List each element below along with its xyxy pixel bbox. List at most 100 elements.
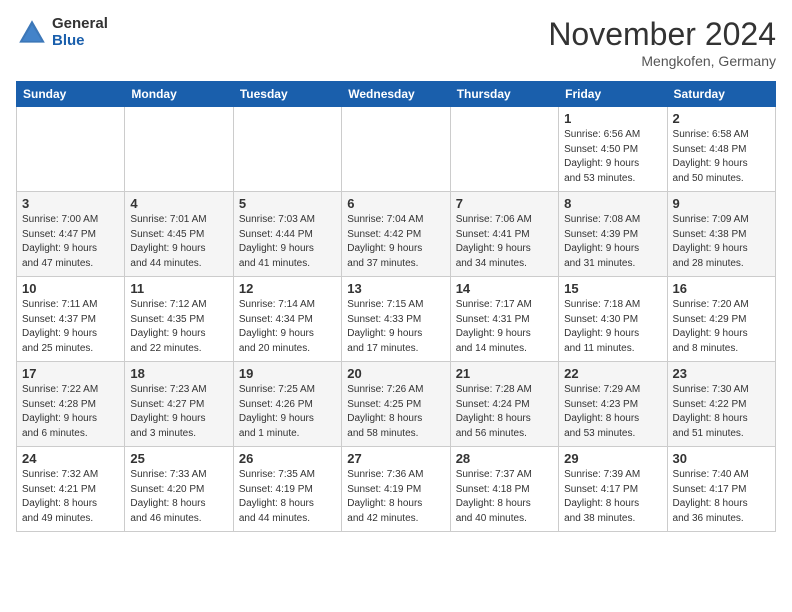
day-number: 10 xyxy=(22,281,119,296)
day-info: Sunrise: 7:20 AM Sunset: 4:29 PM Dayligh… xyxy=(673,298,770,356)
day-info: Sunrise: 7:09 AM Sunset: 4:38 PM Dayligh… xyxy=(673,213,770,271)
day-info: Sunrise: 7:12 AM Sunset: 4:35 PM Dayligh… xyxy=(130,298,227,356)
calendar-cell: 27 Sunrise: 7:36 AM Sunset: 4:19 PM Dayli… xyxy=(342,447,450,532)
day-info: Sunrise: 7:35 AM Sunset: 4:19 PM Dayligh… xyxy=(239,468,336,526)
logo-icon xyxy=(16,17,48,49)
day-info: Sunrise: 7:22 AM Sunset: 4:28 PM Dayligh… xyxy=(22,383,119,441)
day-number: 18 xyxy=(130,366,227,381)
day-info: Sunrise: 7:17 AM Sunset: 4:31 PM Dayligh… xyxy=(456,298,553,356)
calendar-cell: 12 Sunrise: 7:14 AM Sunset: 4:34 PM Dayli… xyxy=(233,277,341,362)
calendar-cell: 13 Sunrise: 7:15 AM Sunset: 4:33 PM Dayli… xyxy=(342,277,450,362)
day-number: 7 xyxy=(456,196,553,211)
calendar-cell: 4Sunrise: 7:01 AM Sunset: 4:45 PM Daylig… xyxy=(125,192,233,277)
logo-text: General Blue xyxy=(52,16,108,49)
week-row-0: 1 Sunrise: 6:56 AM Sunset: 4:50 PM Daylig… xyxy=(17,107,776,192)
calendar-cell: 16 Sunrise: 7:20 AM Sunset: 4:29 PM Dayli… xyxy=(667,277,775,362)
day-info: Sunrise: 7:39 AM Sunset: 4:17 PM Dayligh… xyxy=(564,468,661,526)
calendar-cell: 9 Sunrise: 7:09 AM Sunset: 4:38 PM Daylig… xyxy=(667,192,775,277)
day-number: 20 xyxy=(347,366,444,381)
day-info: Sunrise: 7:36 AM Sunset: 4:19 PM Dayligh… xyxy=(347,468,444,526)
header-saturday: Saturday xyxy=(667,82,775,107)
day-number: 1 xyxy=(564,111,661,126)
day-info: Sunrise: 6:56 AM Sunset: 4:50 PM Dayligh… xyxy=(564,128,661,186)
day-number: 13 xyxy=(347,281,444,296)
day-info: Sunrise: 7:37 AM Sunset: 4:18 PM Dayligh… xyxy=(456,468,553,526)
day-info: Sunrise: 7:14 AM Sunset: 4:34 PM Dayligh… xyxy=(239,298,336,356)
calendar-cell xyxy=(17,107,125,192)
day-number: 9 xyxy=(673,196,770,211)
calendar-cell: 25 Sunrise: 7:33 AM Sunset: 4:20 PM Dayli… xyxy=(125,447,233,532)
day-number: 23 xyxy=(673,366,770,381)
calendar-cell: 5Sunrise: 7:03 AM Sunset: 4:44 PM Daylig… xyxy=(233,192,341,277)
calendar-cell: 11Sunrise: 7:12 AM Sunset: 4:35 PM Dayli… xyxy=(125,277,233,362)
calendar-cell: 7Sunrise: 7:06 AM Sunset: 4:41 PM Daylig… xyxy=(450,192,558,277)
day-number: 8 xyxy=(564,196,661,211)
day-number: 21 xyxy=(456,366,553,381)
calendar-cell xyxy=(342,107,450,192)
calendar-cell: 17 Sunrise: 7:22 AM Sunset: 4:28 PM Dayli… xyxy=(17,362,125,447)
calendar-cell: 30 Sunrise: 7:40 AM Sunset: 4:17 PM Dayli… xyxy=(667,447,775,532)
day-info: Sunrise: 7:33 AM Sunset: 4:20 PM Dayligh… xyxy=(130,468,227,526)
header-thursday: Thursday xyxy=(450,82,558,107)
calendar-cell: 10 Sunrise: 7:11 AM Sunset: 4:37 PM Dayli… xyxy=(17,277,125,362)
calendar-cell: 18 Sunrise: 7:23 AM Sunset: 4:27 PM Dayli… xyxy=(125,362,233,447)
week-row-2: 10 Sunrise: 7:11 AM Sunset: 4:37 PM Dayli… xyxy=(17,277,776,362)
day-info: Sunrise: 7:29 AM Sunset: 4:23 PM Dayligh… xyxy=(564,383,661,441)
calendar-cell: 22 Sunrise: 7:29 AM Sunset: 4:23 PM Dayli… xyxy=(559,362,667,447)
day-number: 17 xyxy=(22,366,119,381)
day-number: 12 xyxy=(239,281,336,296)
calendar-cell: 20 Sunrise: 7:26 AM Sunset: 4:25 PM Dayli… xyxy=(342,362,450,447)
header-wednesday: Wednesday xyxy=(342,82,450,107)
day-number: 29 xyxy=(564,451,661,466)
day-info: Sunrise: 7:08 AM Sunset: 4:39 PM Dayligh… xyxy=(564,213,661,271)
day-number: 6 xyxy=(347,196,444,211)
logo-general: General xyxy=(52,16,108,33)
page-header: General Blue November 2024 Mengkofen, Ge… xyxy=(16,16,776,69)
calendar-cell: 23Sunrise: 7:30 AM Sunset: 4:22 PM Dayli… xyxy=(667,362,775,447)
day-number: 22 xyxy=(564,366,661,381)
day-info: Sunrise: 7:15 AM Sunset: 4:33 PM Dayligh… xyxy=(347,298,444,356)
month-title: November 2024 xyxy=(548,16,776,53)
day-info: Sunrise: 7:11 AM Sunset: 4:37 PM Dayligh… xyxy=(22,298,119,356)
calendar-cell: 1 Sunrise: 6:56 AM Sunset: 4:50 PM Daylig… xyxy=(559,107,667,192)
day-number: 28 xyxy=(456,451,553,466)
calendar-cell: 2Sunrise: 6:58 AM Sunset: 4:48 PM Daylig… xyxy=(667,107,775,192)
day-number: 30 xyxy=(673,451,770,466)
logo: General Blue xyxy=(16,16,108,49)
week-row-3: 17 Sunrise: 7:22 AM Sunset: 4:28 PM Dayli… xyxy=(17,362,776,447)
day-info: Sunrise: 7:40 AM Sunset: 4:17 PM Dayligh… xyxy=(673,468,770,526)
header-friday: Friday xyxy=(559,82,667,107)
calendar-cell: 28 Sunrise: 7:37 AM Sunset: 4:18 PM Dayli… xyxy=(450,447,558,532)
day-number: 25 xyxy=(130,451,227,466)
calendar-cell: 14Sunrise: 7:17 AM Sunset: 4:31 PM Dayli… xyxy=(450,277,558,362)
day-number: 27 xyxy=(347,451,444,466)
logo-blue: Blue xyxy=(52,33,108,50)
calendar-cell: 6Sunrise: 7:04 AM Sunset: 4:42 PM Daylig… xyxy=(342,192,450,277)
header-row: SundayMondayTuesdayWednesdayThursdayFrid… xyxy=(17,82,776,107)
day-info: Sunrise: 7:18 AM Sunset: 4:30 PM Dayligh… xyxy=(564,298,661,356)
calendar-cell: 8 Sunrise: 7:08 AM Sunset: 4:39 PM Daylig… xyxy=(559,192,667,277)
calendar-cell: 19Sunrise: 7:25 AM Sunset: 4:26 PM Dayli… xyxy=(233,362,341,447)
day-info: Sunrise: 7:23 AM Sunset: 4:27 PM Dayligh… xyxy=(130,383,227,441)
day-number: 24 xyxy=(22,451,119,466)
calendar-cell: 3Sunrise: 7:00 AM Sunset: 4:47 PM Daylig… xyxy=(17,192,125,277)
calendar-cell: 24 Sunrise: 7:32 AM Sunset: 4:21 PM Dayli… xyxy=(17,447,125,532)
day-number: 2 xyxy=(673,111,770,126)
day-number: 15 xyxy=(564,281,661,296)
day-info: Sunrise: 7:01 AM Sunset: 4:45 PM Dayligh… xyxy=(130,213,227,271)
day-info: Sunrise: 7:25 AM Sunset: 4:26 PM Dayligh… xyxy=(239,383,336,441)
day-info: Sunrise: 7:26 AM Sunset: 4:25 PM Dayligh… xyxy=(347,383,444,441)
header-tuesday: Tuesday xyxy=(233,82,341,107)
calendar-cell xyxy=(233,107,341,192)
day-number: 5 xyxy=(239,196,336,211)
calendar-cell: 21Sunrise: 7:28 AM Sunset: 4:24 PM Dayli… xyxy=(450,362,558,447)
title-block: November 2024 Mengkofen, Germany xyxy=(548,16,776,69)
calendar-cell xyxy=(125,107,233,192)
day-info: Sunrise: 7:32 AM Sunset: 4:21 PM Dayligh… xyxy=(22,468,119,526)
week-row-1: 3Sunrise: 7:00 AM Sunset: 4:47 PM Daylig… xyxy=(17,192,776,277)
calendar-cell xyxy=(450,107,558,192)
day-number: 16 xyxy=(673,281,770,296)
calendar-cell: 26Sunrise: 7:35 AM Sunset: 4:19 PM Dayli… xyxy=(233,447,341,532)
day-number: 3 xyxy=(22,196,119,211)
location: Mengkofen, Germany xyxy=(548,53,776,69)
